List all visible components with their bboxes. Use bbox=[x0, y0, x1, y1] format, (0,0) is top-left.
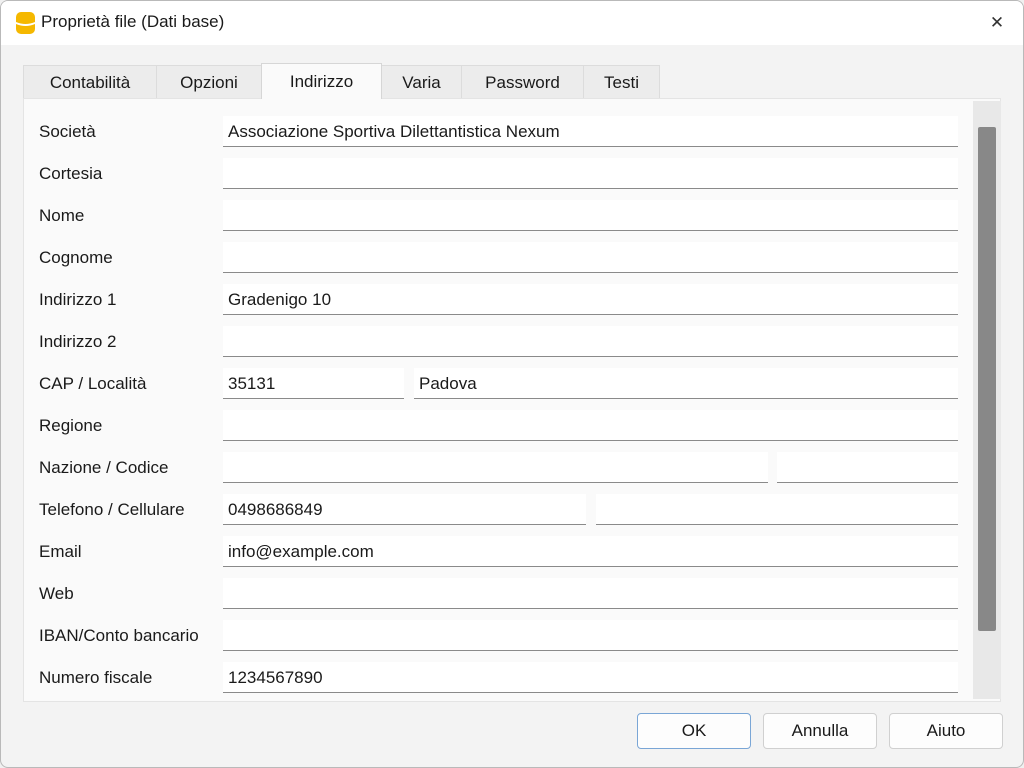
row-nome: Nome bbox=[24, 200, 964, 232]
nome-label: Nome bbox=[39, 206, 85, 225]
dialog-window: Proprietà file (Dati base) ✕ Contabilità… bbox=[0, 0, 1024, 768]
tab-opzioni[interactable]: Opzioni bbox=[156, 65, 262, 99]
indirizzo1-field[interactable]: Gradenigo 10 bbox=[223, 284, 958, 315]
cognome-field[interactable] bbox=[223, 242, 958, 273]
row-email: Email info@example.com bbox=[24, 536, 964, 568]
app-logo-icon bbox=[16, 12, 35, 34]
tab-varia[interactable]: Varia bbox=[381, 65, 462, 99]
tab-indirizzo[interactable]: Indirizzo bbox=[261, 63, 382, 99]
tab-bar: Contabilità Opzioni Indirizzo Varia Pass… bbox=[23, 63, 660, 99]
cap-field[interactable]: 35131 bbox=[223, 368, 404, 399]
ok-button[interactable]: OK bbox=[637, 713, 751, 749]
numero-fiscale-field[interactable]: 1234567890 bbox=[223, 662, 958, 693]
row-indirizzo2: Indirizzo 2 bbox=[24, 326, 964, 358]
row-cognome: Cognome bbox=[24, 242, 964, 274]
indirizzo1-label: Indirizzo 1 bbox=[39, 290, 117, 309]
close-icon[interactable]: ✕ bbox=[983, 9, 1011, 37]
email-field[interactable]: info@example.com bbox=[223, 536, 958, 567]
tab-password[interactable]: Password bbox=[461, 65, 584, 99]
regione-field[interactable] bbox=[223, 410, 958, 441]
web-field[interactable] bbox=[223, 578, 958, 609]
vertical-scrollbar[interactable] bbox=[973, 101, 1001, 699]
row-nazione-codice: Nazione / Codice bbox=[24, 452, 964, 484]
telefono-cellulare-label: Telefono / Cellulare bbox=[39, 500, 185, 519]
cognome-label: Cognome bbox=[39, 248, 113, 267]
row-numero-fiscale: Numero fiscale 1234567890 bbox=[24, 662, 964, 694]
nome-field[interactable] bbox=[223, 200, 958, 231]
indirizzo2-field[interactable] bbox=[223, 326, 958, 357]
row-regione: Regione bbox=[24, 410, 964, 442]
row-indirizzo1: Indirizzo 1 Gradenigo 10 bbox=[24, 284, 964, 316]
annulla-button[interactable]: Annulla bbox=[763, 713, 877, 749]
regione-label: Regione bbox=[39, 416, 103, 435]
iban-field[interactable] bbox=[223, 620, 958, 651]
window-title: Proprietà file (Dati base) bbox=[41, 12, 225, 31]
localita-field[interactable]: Padova bbox=[414, 368, 958, 399]
web-label: Web bbox=[39, 584, 74, 603]
cortesia-field[interactable] bbox=[223, 158, 958, 189]
iban-label: IBAN/Conto bancario bbox=[39, 626, 199, 645]
scrollbar-thumb[interactable] bbox=[978, 127, 996, 631]
codice-field[interactable] bbox=[777, 452, 958, 483]
row-iban: IBAN/Conto bancario bbox=[24, 620, 964, 652]
email-label: Email bbox=[39, 542, 82, 561]
address-panel: Società Associazione Sportiva Dilettanti… bbox=[23, 98, 1001, 702]
telefono-field[interactable]: 0498686849 bbox=[223, 494, 586, 525]
indirizzo2-label: Indirizzo 2 bbox=[39, 332, 117, 351]
row-cortesia: Cortesia bbox=[24, 158, 964, 190]
tab-contabilita[interactable]: Contabilità bbox=[23, 65, 157, 99]
row-web: Web bbox=[24, 578, 964, 610]
societa-label: Società bbox=[39, 122, 96, 141]
numero-fiscale-label: Numero fiscale bbox=[39, 668, 153, 687]
cellulare-field[interactable] bbox=[596, 494, 958, 525]
row-telefono-cellulare: Telefono / Cellulare 0498686849 bbox=[24, 494, 964, 526]
cap-localita-label: CAP / Località bbox=[39, 374, 147, 393]
cortesia-label: Cortesia bbox=[39, 164, 103, 183]
title-bar: Proprietà file (Dati base) ✕ bbox=[1, 1, 1023, 45]
aiuto-button[interactable]: Aiuto bbox=[889, 713, 1003, 749]
row-cap-localita: CAP / Località 35131 Padova bbox=[24, 368, 964, 400]
dialog-buttons: OK Annulla Aiuto bbox=[1, 713, 1023, 751]
nazione-field[interactable] bbox=[223, 452, 768, 483]
nazione-codice-label: Nazione / Codice bbox=[39, 458, 169, 477]
tab-testi[interactable]: Testi bbox=[583, 65, 660, 99]
societa-field[interactable]: Associazione Sportiva Dilettantistica Ne… bbox=[223, 116, 958, 147]
row-societa: Società Associazione Sportiva Dilettanti… bbox=[24, 116, 964, 148]
